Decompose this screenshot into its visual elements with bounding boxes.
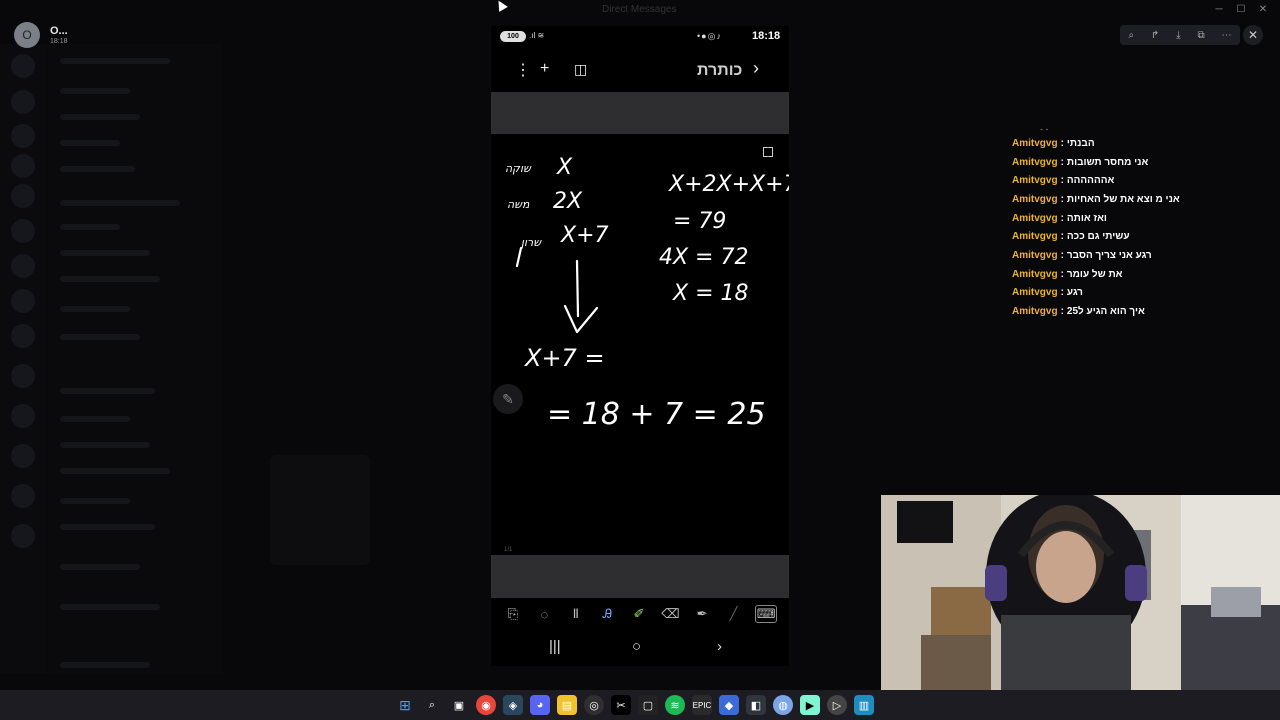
android-nav-bar: ||| ○ › bbox=[491, 636, 789, 662]
capcut-icon[interactable]: ✂ bbox=[611, 695, 631, 715]
chat-message: Amitvgvg: רגע אני צריך הסבר bbox=[1012, 249, 1152, 261]
close-viewer-button[interactable]: ✕ bbox=[1243, 25, 1263, 45]
app-icon-2[interactable]: ◆ bbox=[719, 695, 739, 715]
back-icon[interactable]: › bbox=[717, 638, 722, 655]
viewer-toolbar: ⌕ ↱ ⤓ ⧉ ⋯ bbox=[1120, 25, 1240, 45]
server-rail bbox=[0, 44, 46, 674]
chat-message: Amitvgvg: אני מחסר תשובות bbox=[1012, 156, 1149, 168]
window-controls: ─ ☐ ✕ bbox=[1210, 2, 1272, 16]
download-icon[interactable]: ⤓ bbox=[1176, 30, 1180, 41]
book-icon[interactable]: ◫ bbox=[574, 61, 587, 78]
search-icon[interactable]: ⌕ bbox=[422, 695, 442, 715]
phone-screen: 100 .ıl ≋ •●◎♪ 18:18 ⋮ + ◫ כותרת › שוקה … bbox=[491, 26, 789, 666]
drawing-toolbar: ⎘ ◌ Ⅱ Ꭿ ✐ ⌫ ✒ ╱ ⌨ bbox=[491, 600, 789, 628]
epic-games-icon[interactable]: EPIC bbox=[692, 695, 712, 715]
channel-list bbox=[46, 44, 222, 674]
app-icon-4[interactable]: ◍ bbox=[773, 695, 793, 715]
chevron-right-icon[interactable]: › bbox=[753, 58, 759, 79]
webcam-overlay bbox=[881, 495, 1280, 690]
label-shuka: שוקה bbox=[505, 162, 532, 175]
more-options-icon[interactable]: ⋮ bbox=[515, 60, 531, 80]
eraser-icon[interactable]: ⌫ bbox=[661, 606, 681, 622]
task-view-icon[interactable]: ▣ bbox=[449, 695, 469, 715]
phone-status-bar: 100 .ıl ≋ •●◎♪ 18:18 bbox=[491, 26, 789, 48]
viewer-user-info: O O... 18:18 bbox=[14, 22, 68, 48]
stream-chat-overlay: - - Amitvgvg: הבנתי Amitvgvg: אני מחסר תשו… bbox=[1012, 124, 1212, 321]
page-indicator: 1/1 bbox=[504, 547, 513, 553]
note-header: ⋮ + ◫ כותרת › bbox=[491, 56, 789, 86]
discord-icon[interactable]: ◕ bbox=[530, 695, 550, 715]
viewer-user-name: O... bbox=[50, 24, 68, 37]
handwriting-to-text-icon[interactable]: Ꭿ bbox=[597, 606, 617, 622]
notification-icons: •●◎♪ bbox=[697, 31, 722, 41]
app-icon[interactable]: ▢ bbox=[638, 695, 658, 715]
chrome-icon[interactable]: ◉ bbox=[476, 695, 496, 715]
app-icon-3[interactable]: ◧ bbox=[746, 695, 766, 715]
equation-line-2: = 79 bbox=[673, 209, 726, 234]
value-moshe: 2X bbox=[553, 189, 583, 214]
maximize-icon[interactable]: ☐ bbox=[1232, 2, 1250, 16]
share-icon[interactable]: ↱ bbox=[1151, 30, 1159, 41]
text-tool-icon[interactable]: Ⅱ bbox=[566, 606, 586, 622]
equation-line-3: 4X = 72 bbox=[659, 245, 748, 270]
window-title: Direct Messages bbox=[602, 4, 677, 15]
webcam-image bbox=[881, 495, 1280, 690]
zoom-icon[interactable]: ⌕ bbox=[1128, 30, 1134, 41]
pen-tool-icon[interactable]: ✒ bbox=[692, 606, 712, 622]
page-margin-top bbox=[491, 92, 789, 134]
equation-line-1: X+2X+X+7 bbox=[668, 172, 789, 197]
pencil-icon: ✎ bbox=[502, 390, 514, 407]
windows-start-icon[interactable]: ⊞ bbox=[395, 695, 415, 715]
note-title[interactable]: כותרת bbox=[697, 62, 742, 80]
viewer-timestamp: 18:18 bbox=[50, 37, 68, 45]
keyboard-icon[interactable]: ⌨ bbox=[755, 605, 778, 623]
home-icon[interactable]: ○ bbox=[632, 638, 641, 655]
highlighter-icon[interactable]: ✐ bbox=[629, 606, 649, 622]
more-icon[interactable]: ⋯ bbox=[1222, 30, 1232, 41]
phone-clock: 18:18 bbox=[752, 30, 781, 42]
value-shuka: X bbox=[556, 155, 573, 180]
chat-message: Amitvgvg: איך הוא הגיע ל25 bbox=[1012, 306, 1145, 318]
windows-taskbar: ⊞ ⌕ ▣ ◉ ◈ ◕ ▤ ◎ ✂ ▢ ≋ EPIC ◆ ◧ ◍ ▶ ▷ ▥ bbox=[0, 690, 1280, 720]
chat-message: Amitvgvg: הבנתי bbox=[1012, 137, 1095, 149]
result-line: = 18 + 7 = 25 bbox=[547, 397, 766, 432]
brush-icon[interactable]: ╱ bbox=[724, 606, 744, 622]
chat-message: Amitvgvg: רגע bbox=[1012, 287, 1083, 299]
expression-line: X+7 = bbox=[523, 344, 605, 372]
app-icon-5[interactable]: ▥ bbox=[854, 695, 874, 715]
obs-icon[interactable]: ◎ bbox=[584, 695, 604, 715]
taskbar-icons: ⊞ ⌕ ▣ ◉ ◈ ◕ ▤ ◎ ✂ ▢ ≋ EPIC ◆ ◧ ◍ ▶ ▷ ▥ bbox=[395, 695, 874, 715]
battery-icon: 100 bbox=[500, 31, 526, 42]
handwriting-canvas[interactable]: שוקה X משה 2X שרון X+7 X+2X+X+7 = 79 4X … bbox=[491, 136, 789, 554]
media-player-icon[interactable]: ▷ bbox=[827, 695, 847, 715]
add-icon[interactable]: + bbox=[540, 60, 549, 78]
steam-icon[interactable]: ◈ bbox=[503, 695, 523, 715]
chat-header-marker: - - bbox=[1040, 124, 1049, 134]
streamlabs-icon[interactable]: ▶ bbox=[800, 695, 820, 715]
lasso-icon[interactable]: ◌ bbox=[534, 607, 554, 622]
chat-image-thumbnail bbox=[270, 455, 370, 565]
recent-apps-icon[interactable]: ||| bbox=[549, 638, 561, 655]
signal-wifi-icon: .ıl ≋ bbox=[529, 31, 545, 40]
file-explorer-icon[interactable]: ▤ bbox=[557, 695, 577, 715]
avatar[interactable]: O bbox=[14, 22, 40, 48]
spotify-icon[interactable]: ≋ bbox=[665, 695, 685, 715]
label-moshe: משה bbox=[507, 198, 530, 211]
equation-line-4: X = 18 bbox=[672, 281, 749, 306]
window-close-icon[interactable]: ✕ bbox=[1254, 2, 1272, 16]
clipboard-icon[interactable]: ⎘ bbox=[503, 606, 523, 622]
pen-mode-button[interactable]: ✎ bbox=[493, 384, 523, 414]
chat-message: Amitvgvg: אני מ וצא את של האחיות bbox=[1012, 193, 1180, 205]
chat-message: Amitvgvg: עשיתי גם ככה bbox=[1012, 231, 1130, 243]
open-external-icon[interactable]: ⧉ bbox=[1197, 30, 1204, 41]
value-sharon: X+7 bbox=[560, 223, 609, 248]
page-margin-bottom bbox=[491, 555, 789, 598]
chat-message: Amitvgvg: את של עומר bbox=[1012, 268, 1123, 280]
chat-message: Amitvgvg: אהההההה bbox=[1012, 175, 1115, 187]
label-sharon: שרון bbox=[521, 236, 542, 249]
close-icon: ✕ bbox=[1247, 28, 1259, 42]
chat-message: Amitvgvg: ואז אותה bbox=[1012, 212, 1107, 224]
minimize-icon[interactable]: ─ bbox=[1210, 2, 1228, 16]
